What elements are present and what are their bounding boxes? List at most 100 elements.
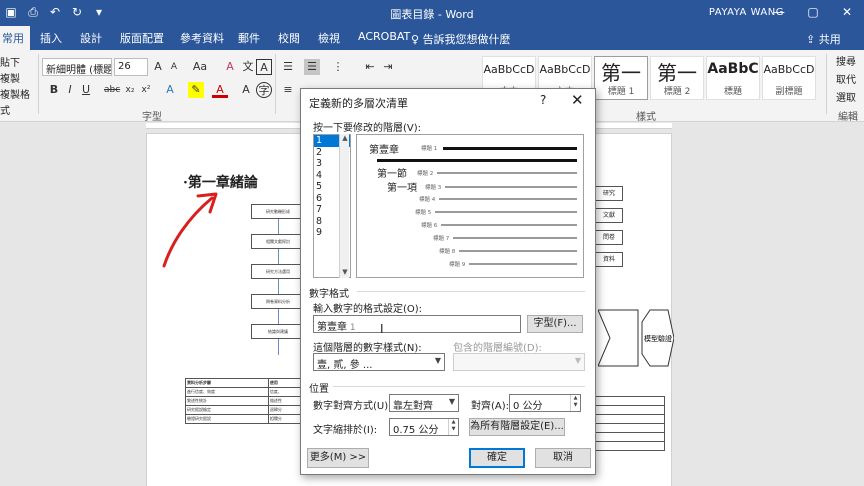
style-title[interactable]: AaBbC 標題: [706, 56, 760, 100]
font-color-icon[interactable]: A: [212, 82, 228, 98]
flow-box[interactable]: 研究方法選用: [251, 264, 305, 279]
align-at-input[interactable]: 0 公分 ▲ ▼: [509, 394, 581, 412]
subscript-icon[interactable]: x₂: [122, 82, 138, 98]
right-table[interactable]: [595, 396, 665, 451]
underline-icon[interactable]: U: [78, 82, 94, 98]
divider: [38, 54, 39, 114]
right-flow-box[interactable]: 研究: [595, 186, 623, 201]
table-cell: 敘述性統計: [185, 396, 269, 406]
divider: [275, 54, 276, 114]
include-level-select[interactable]: ▼: [453, 353, 585, 371]
shrink-font-icon[interactable]: A: [166, 59, 182, 75]
style-heading-1[interactable]: 第一 標題 1: [594, 56, 648, 100]
position-group-label: 位置: [309, 384, 329, 395]
indent-input[interactable]: 0.75 公分 ▲ ▼: [389, 418, 459, 436]
copy-label[interactable]: 複製: [0, 72, 34, 88]
find-button[interactable]: 搜尋: [836, 54, 856, 72]
style-name: 標題 1: [607, 87, 635, 97]
numbering-icon[interactable]: ☰: [304, 59, 320, 75]
style-subtitle[interactable]: AaBbCcD 副標題: [762, 56, 816, 100]
character-shading-icon[interactable]: A: [238, 82, 254, 98]
close-window-button[interactable]: ✕: [830, 0, 864, 26]
format-painter-label[interactable]: 複製格式: [0, 88, 34, 120]
bold-icon[interactable]: B: [46, 82, 62, 98]
tab-mailings[interactable]: 郵件: [238, 30, 260, 46]
tab-layout[interactable]: 版面配置: [120, 30, 164, 46]
editing-group: 搜尋 取代 選取: [836, 54, 856, 108]
restore-button[interactable]: ▢: [796, 0, 830, 26]
dialog-title: 定義新的多層次清單: [309, 97, 408, 110]
alignment-value: 靠左對齊: [393, 401, 433, 412]
tab-references[interactable]: 參考資料: [180, 30, 224, 46]
phonetic-guide-icon[interactable]: 文: [240, 59, 256, 75]
preview-line: [443, 147, 577, 150]
spinner-icon[interactable]: ▲ ▼: [570, 395, 580, 411]
number-format-input[interactable]: 第壹章 1: [313, 315, 521, 333]
right-flow-box[interactable]: 資料: [595, 252, 623, 267]
tab-insert[interactable]: 插入: [40, 30, 62, 46]
text-effects-icon[interactable]: A: [162, 82, 178, 98]
scroll-down-icon[interactable]: ▼: [340, 268, 350, 278]
tell-me-search[interactable]: ♀ 告訴我您想做什麼: [411, 31, 511, 47]
number-style-select[interactable]: 壹, 貳, 參 ... ▼: [313, 353, 445, 371]
analysis-table[interactable]: 資料分析步驟 使用 進行信度、效度 信度、 敘述性統計 描述性 研究假說檢定 迴歸分 驗…: [185, 378, 310, 424]
scroll-up-icon[interactable]: ▲: [340, 134, 350, 144]
highlight-icon[interactable]: ✎: [188, 82, 204, 98]
change-case-icon[interactable]: Aa: [192, 59, 208, 75]
alignment-select[interactable]: 靠左對齊 ▼: [389, 394, 459, 412]
table-cell: [595, 423, 665, 433]
right-flow-box[interactable]: 文獻: [595, 208, 623, 223]
italic-icon[interactable]: I: [62, 82, 78, 98]
superscript-icon[interactable]: x²: [138, 82, 154, 98]
flow-box[interactable]: 問卷資料分析: [251, 294, 305, 309]
help-button[interactable]: ?: [540, 93, 546, 107]
replace-button[interactable]: 取代: [836, 72, 856, 90]
font-name-select[interactable]: 新細明體 (標題: [42, 58, 112, 76]
set-for-all-levels-button[interactable]: 為所有階層設定(E)...: [469, 418, 565, 436]
tab-home[interactable]: 常用: [0, 26, 30, 50]
style-heading-2[interactable]: 第一 標題 2: [650, 56, 704, 100]
cancel-button[interactable]: 取消: [535, 448, 591, 468]
decrease-indent-icon[interactable]: ⇤: [362, 59, 378, 75]
tab-review[interactable]: 校閱: [278, 30, 300, 46]
spinner-icon[interactable]: ▲ ▼: [448, 419, 458, 435]
share-button[interactable]: ⇪ 共用: [806, 31, 841, 47]
font-button[interactable]: 字型(F)...: [527, 315, 583, 333]
preview-line: [469, 263, 577, 265]
style-name: 標題: [723, 87, 742, 97]
align-left-icon[interactable]: ≡: [280, 82, 296, 98]
flow-box[interactable]: 相關文獻探討: [251, 234, 305, 249]
tab-acrobat[interactable]: ACROBAT: [358, 30, 410, 43]
clear-formatting-icon[interactable]: A: [222, 59, 238, 75]
paste-label[interactable]: 貼下: [0, 56, 34, 72]
font-size-select[interactable]: 26: [114, 58, 148, 76]
bullets-icon[interactable]: ☰: [280, 59, 296, 75]
tab-design[interactable]: 設計: [80, 30, 102, 46]
hexagon-diagram[interactable]: 模型驗證: [598, 300, 674, 376]
enclose-characters-icon[interactable]: 字: [256, 82, 272, 98]
multilevel-list-icon[interactable]: ⋮: [330, 59, 346, 75]
strikethrough-icon[interactable]: abc: [104, 82, 120, 98]
close-dialog-button[interactable]: ✕: [571, 91, 584, 109]
grow-font-icon[interactable]: A: [150, 59, 166, 75]
chevron-down-icon: ▼: [434, 356, 441, 365]
character-border-icon[interactable]: A: [256, 59, 272, 75]
style-sample: 第一: [657, 61, 697, 85]
select-button[interactable]: 選取: [836, 90, 856, 108]
level-list-scrollbar[interactable]: ▲ ▼: [339, 134, 349, 278]
style-name: 標題 2: [663, 87, 691, 97]
chevron-down-icon: ▼: [448, 397, 455, 406]
table-row: [595, 441, 665, 451]
flow-box[interactable]: 研究動機形成: [251, 204, 305, 219]
preview-line: [377, 159, 577, 162]
tab-view[interactable]: 檢視: [318, 30, 340, 46]
increase-indent-icon[interactable]: ⇥: [380, 59, 396, 75]
right-flow-box[interactable]: 問卷: [595, 230, 623, 245]
minimize-button[interactable]: —: [762, 0, 796, 26]
level-preview[interactable]: 第壹章 標題 1 第一節 標題 2 第一項 標題 3 標題 4 標題 5 標題 …: [356, 134, 584, 278]
ok-button[interactable]: 確定: [469, 448, 525, 468]
flow-box[interactable]: 結論與建議: [251, 324, 305, 339]
preview-line: [445, 186, 577, 188]
tell-me-text: 告訴我您想做什麼: [422, 33, 511, 46]
more-button[interactable]: 更多(M) >>: [307, 448, 369, 468]
